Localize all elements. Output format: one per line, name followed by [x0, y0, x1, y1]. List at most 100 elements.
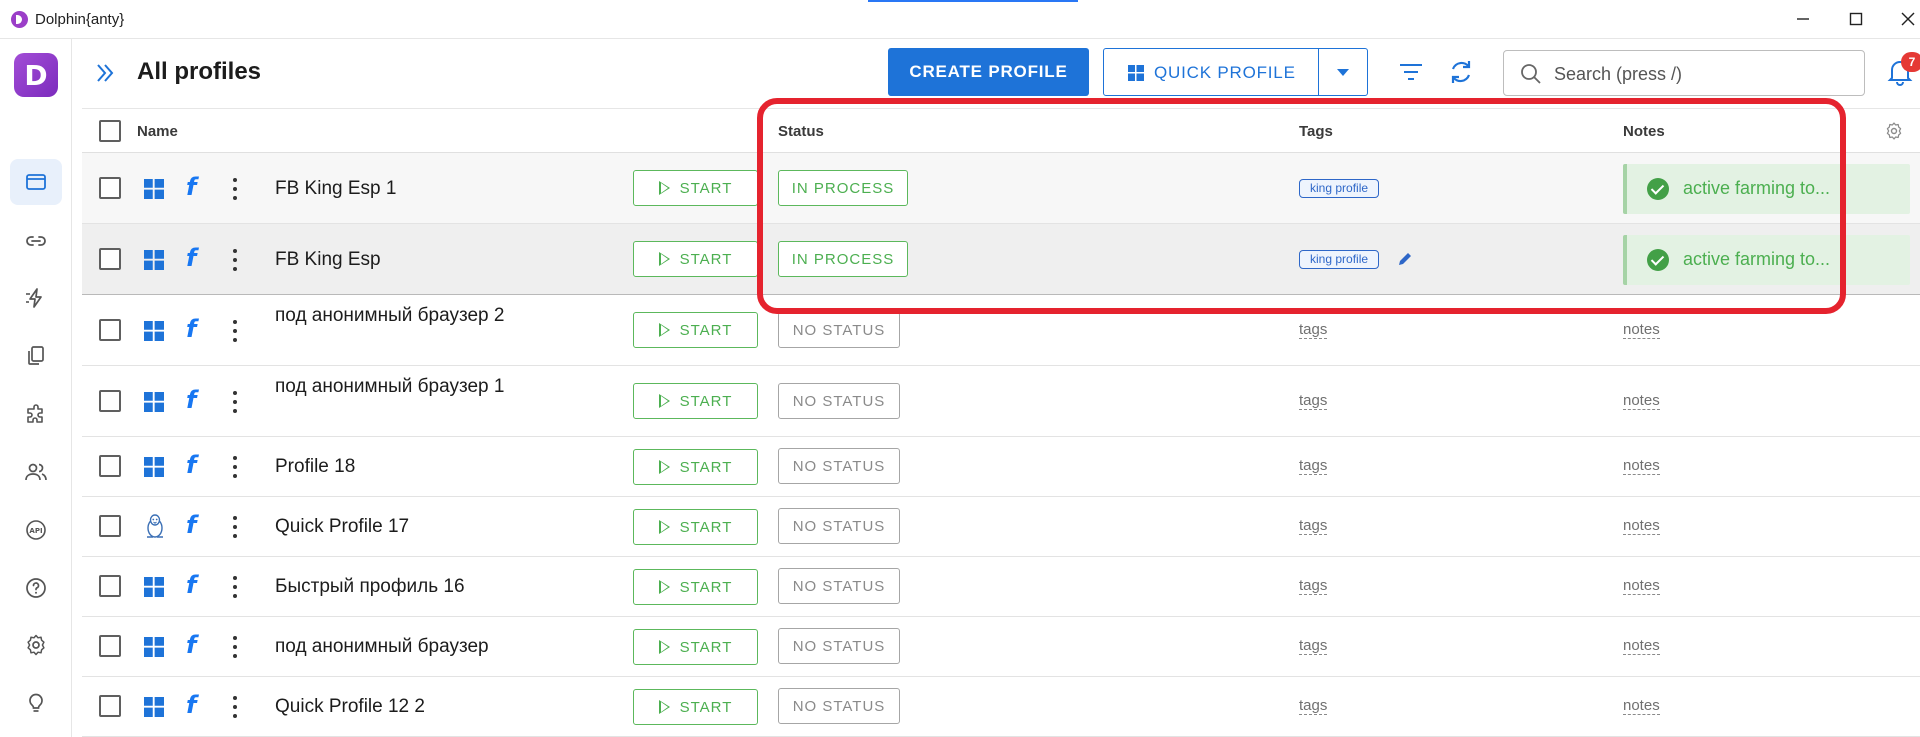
row-menu-icon[interactable] — [232, 249, 238, 271]
column-header-tags[interactable]: Tags — [1299, 123, 1333, 140]
notes-link[interactable]: notes — [1623, 321, 1660, 339]
table-row[interactable]: f Profile 18 START NO STATUS tags notes — [82, 437, 1920, 497]
notes-link[interactable]: notes — [1623, 637, 1660, 655]
start-button[interactable]: START — [633, 170, 758, 206]
sidebar-item-tips[interactable] — [10, 680, 62, 726]
tag-chip[interactable]: king profile — [1299, 179, 1380, 198]
status-badge[interactable]: IN PROCESS — [778, 170, 908, 206]
row-checkbox[interactable] — [99, 177, 121, 199]
column-header-name[interactable]: Name — [137, 123, 178, 140]
notes-link[interactable]: notes — [1623, 517, 1660, 535]
tags-link[interactable]: tags — [1299, 637, 1328, 655]
row-menu-icon[interactable] — [232, 516, 238, 538]
start-button[interactable]: START — [633, 509, 758, 545]
profile-name[interactable]: FB King Esp 1 — [275, 174, 535, 203]
row-checkbox[interactable] — [99, 319, 121, 341]
status-badge[interactable]: NO STATUS — [778, 383, 900, 419]
status-badge[interactable]: NO STATUS — [778, 688, 900, 724]
tags-link[interactable]: tags — [1299, 392, 1328, 410]
table-row[interactable]: f под анонимный браузер 1 START NO STATU… — [82, 366, 1920, 437]
select-all-checkbox[interactable] — [99, 120, 121, 142]
profile-name[interactable]: FB King Esp — [275, 245, 535, 274]
maximize-button[interactable] — [1841, 6, 1871, 32]
sidebar-item-profiles[interactable] — [10, 159, 62, 205]
expand-sidebar-icon[interactable] — [92, 60, 118, 86]
row-checkbox[interactable] — [99, 575, 121, 597]
minimize-button[interactable] — [1788, 6, 1818, 32]
notes-link[interactable]: notes — [1623, 577, 1660, 595]
table-row[interactable]: f Быстрый профиль 16 START NO STATUS tag… — [82, 557, 1920, 617]
filter-icon[interactable] — [1398, 60, 1424, 84]
status-badge[interactable]: NO STATUS — [778, 508, 900, 544]
row-checkbox[interactable] — [99, 390, 121, 412]
notes-link[interactable]: notes — [1623, 697, 1660, 715]
profile-name[interactable]: Profile 18 — [275, 452, 535, 481]
profile-name[interactable]: под анонимный браузер 1 — [275, 372, 520, 401]
chevron-down-icon[interactable] — [1337, 69, 1349, 76]
tag-chip[interactable]: king profile — [1299, 250, 1380, 269]
column-header-status[interactable]: Status — [778, 123, 824, 140]
profile-name[interactable]: под анонимный браузер 2 — [275, 301, 520, 330]
row-menu-icon[interactable] — [232, 696, 238, 718]
profile-name[interactable]: под анонимный браузер — [275, 632, 535, 661]
start-button[interactable]: START — [633, 241, 758, 277]
sidebar-item-settings[interactable] — [10, 622, 62, 668]
table-row[interactable]: f под анонимный браузер START NO STATUS … — [82, 617, 1920, 677]
notes-link[interactable]: notes — [1623, 392, 1660, 410]
close-window-button[interactable] — [1893, 6, 1920, 32]
sidebar-item-api[interactable]: API — [10, 507, 62, 553]
brand-logo[interactable]: D — [14, 53, 58, 97]
column-header-notes[interactable]: Notes — [1623, 123, 1665, 140]
row-menu-icon[interactable] — [232, 320, 238, 342]
start-button[interactable]: START — [633, 689, 758, 725]
status-badge[interactable]: NO STATUS — [778, 568, 900, 604]
row-menu-icon[interactable] — [232, 456, 238, 478]
status-badge[interactable]: NO STATUS — [778, 628, 900, 664]
notes-link[interactable]: notes — [1623, 457, 1660, 475]
sidebar-item-users[interactable] — [10, 449, 62, 495]
columns-settings-icon[interactable] — [1884, 121, 1904, 141]
start-button[interactable]: START — [633, 383, 758, 419]
status-badge[interactable]: NO STATUS — [778, 312, 900, 348]
tags-link[interactable]: tags — [1299, 457, 1328, 475]
sidebar-item-proxy[interactable] — [10, 218, 62, 264]
sidebar-item-bookmarks[interactable] — [10, 333, 62, 379]
note-card[interactable]: active farming to... — [1623, 164, 1910, 214]
row-menu-icon[interactable] — [232, 391, 238, 413]
table-row[interactable]: f Quick Profile 12 2 START NO STATUS tag… — [82, 677, 1920, 737]
status-badge[interactable]: NO STATUS — [778, 448, 900, 484]
start-button[interactable]: START — [633, 449, 758, 485]
tags-link[interactable]: tags — [1299, 321, 1328, 339]
profile-name[interactable]: Quick Profile 12 2 — [275, 692, 535, 721]
sidebar-item-help[interactable] — [10, 565, 62, 611]
profile-name[interactable]: Quick Profile 17 — [275, 512, 535, 541]
table-row[interactable]: f под анонимный браузер 2 START NO STATU… — [82, 295, 1920, 366]
row-checkbox[interactable] — [99, 455, 121, 477]
table-row[interactable]: f FB King Esp 1 START IN PROCESS king pr… — [82, 153, 1920, 224]
profile-name[interactable]: Быстрый профиль 16 — [275, 572, 535, 601]
sidebar-item-extensions[interactable] — [10, 392, 62, 438]
quick-profile-button[interactable]: QUICK PROFILE — [1103, 48, 1368, 96]
row-menu-icon[interactable] — [232, 636, 238, 658]
refresh-icon[interactable] — [1447, 58, 1475, 86]
note-card[interactable]: active farming to... — [1623, 235, 1910, 285]
create-profile-button[interactable]: CREATE PROFILE — [888, 48, 1089, 96]
row-checkbox[interactable] — [99, 695, 121, 717]
row-checkbox[interactable] — [99, 248, 121, 270]
row-menu-icon[interactable] — [232, 576, 238, 598]
tags-link[interactable]: tags — [1299, 517, 1328, 535]
row-menu-icon[interactable] — [232, 178, 238, 200]
tags-link[interactable]: tags — [1299, 697, 1328, 715]
search-input[interactable] — [1554, 61, 1854, 87]
table-row[interactable]: f Quick Profile 17 START NO STATUS tags … — [82, 497, 1920, 557]
row-checkbox[interactable] — [99, 635, 121, 657]
start-button[interactable]: START — [633, 569, 758, 605]
table-row[interactable]: f FB King Esp START IN PROCESS king prof… — [82, 224, 1920, 295]
start-button[interactable]: START — [633, 629, 758, 665]
row-checkbox[interactable] — [99, 515, 121, 537]
status-badge[interactable]: IN PROCESS — [778, 241, 908, 277]
edit-pencil-icon[interactable] — [1396, 250, 1414, 268]
start-button[interactable]: START — [633, 312, 758, 348]
sidebar-item-automation[interactable] — [10, 275, 62, 321]
tags-link[interactable]: tags — [1299, 577, 1328, 595]
